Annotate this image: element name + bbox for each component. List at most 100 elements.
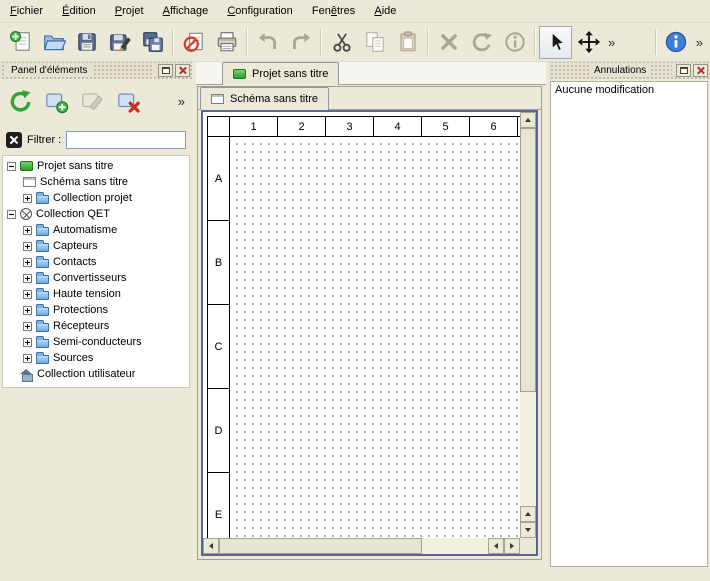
select-tool-button[interactable] [539, 26, 572, 59]
scroll-left-button[interactable] [488, 538, 504, 554]
close-panel-button[interactable] [693, 64, 708, 77]
print-button[interactable] [210, 26, 243, 59]
copy-button[interactable] [358, 26, 391, 59]
open-file-button[interactable] [37, 26, 70, 59]
collapse-expander-icon[interactable] [7, 162, 16, 171]
vertical-scroll-thumb[interactable] [520, 128, 536, 392]
move-tool-button[interactable] [572, 26, 605, 59]
expand-expander-icon[interactable] [23, 322, 32, 331]
new-element-button[interactable] [40, 85, 73, 118]
new-element-icon [44, 89, 69, 114]
tree-item-collection-qet[interactable]: Collection QET [3, 206, 189, 222]
expand-expander-icon[interactable] [23, 306, 32, 315]
save-as-button[interactable] [103, 26, 136, 59]
undo-panel-title: Annulations [589, 64, 651, 77]
delete-button[interactable] [432, 26, 465, 59]
menu-affichage[interactable]: Affichage [155, 2, 217, 20]
clear-filter-icon[interactable] [6, 132, 22, 148]
close-icon [178, 66, 187, 75]
close-icon [696, 66, 705, 75]
tab-schema-sans-titre[interactable]: Schéma sans titre [200, 87, 329, 110]
vertical-scrollbar[interactable] [520, 112, 536, 538]
close-file-button[interactable] [177, 26, 210, 59]
tree-item-capteurs[interactable]: Capteurs [3, 238, 189, 254]
scroll-left-button[interactable] [203, 538, 219, 554]
new-file-button[interactable] [4, 26, 37, 59]
tree-item-sources[interactable]: Sources [3, 350, 189, 366]
horizontal-scroll-thumb[interactable] [219, 538, 422, 554]
undo-history-list[interactable]: Aucune modification [550, 81, 708, 567]
tree-item-protections[interactable]: Protections [3, 302, 189, 318]
info-button[interactable] [498, 26, 531, 59]
column-header: 2 [278, 117, 326, 137]
expand-expander-icon[interactable] [23, 338, 32, 347]
project-tabbar: Projet sans titre [196, 62, 546, 85]
scroll-up-button[interactable] [520, 112, 536, 128]
toolbar-overflow-chevron-icon[interactable] [605, 35, 618, 50]
tab-projet-sans-titre[interactable]: Projet sans titre [222, 62, 339, 85]
qet-logo-icon [20, 208, 32, 220]
project-window: Schéma sans titre 1 2 3 4 5 6 A [197, 86, 542, 560]
tree-item-contacts[interactable]: Contacts [3, 254, 189, 270]
edit-element-button[interactable] [76, 85, 109, 118]
expand-expander-icon[interactable] [23, 194, 32, 203]
scroll-right-button[interactable] [504, 538, 520, 554]
close-panel-button[interactable] [175, 64, 190, 77]
menu-projet[interactable]: Projet [107, 2, 152, 20]
tree-item-convertisseurs[interactable]: Convertisseurs [3, 270, 189, 286]
about-button[interactable] [660, 26, 693, 59]
panel-overflow-chevron-icon[interactable] [175, 94, 188, 109]
expand-expander-icon[interactable] [23, 290, 32, 299]
paste-button[interactable] [391, 26, 424, 59]
rotate-button[interactable] [465, 26, 498, 59]
menu-fichier[interactable]: Fichier [2, 2, 51, 20]
toolbar-separator [320, 29, 322, 55]
expand-expander-icon[interactable] [23, 242, 32, 251]
diagram-view: 1 2 3 4 5 6 A B C D E [201, 110, 538, 556]
undo-button[interactable] [251, 26, 284, 59]
project-icon [233, 69, 246, 79]
menu-configuration[interactable]: Configuration [219, 2, 300, 20]
tree-item-collection-projet[interactable]: Collection projet [3, 190, 189, 206]
tree-item-automatisme[interactable]: Automatisme [3, 222, 189, 238]
elements-panel-title: Panel d'éléments [6, 64, 92, 77]
redo-button[interactable] [284, 26, 317, 59]
folder-icon [36, 275, 49, 284]
expand-expander-icon[interactable] [23, 274, 32, 283]
cursor-arrow-icon [544, 30, 568, 54]
expand-expander-icon[interactable] [23, 354, 32, 363]
tree-item-schema[interactable]: Schéma sans titre [3, 174, 189, 190]
undo-panel-header[interactable]: Annulations [549, 62, 710, 79]
menubar: Fichier Édition Projet Affichage Configu… [0, 0, 710, 23]
menu-fenetres[interactable]: Fenêtres [304, 2, 363, 20]
cut-button[interactable] [325, 26, 358, 59]
tree-item-project[interactable]: Projet sans titre [3, 158, 189, 174]
tree-item-semi-conducteurs[interactable]: Semi-conducteurs [3, 334, 189, 350]
float-panel-button[interactable] [676, 64, 691, 77]
menu-edition[interactable]: Édition [54, 2, 104, 20]
save-button[interactable] [70, 26, 103, 59]
expand-expander-icon[interactable] [23, 226, 32, 235]
menu-aide[interactable]: Aide [366, 2, 404, 20]
expand-expander-icon[interactable] [23, 258, 32, 267]
float-panel-button[interactable] [158, 64, 173, 77]
reload-collections-button[interactable] [4, 85, 37, 118]
scroll-down-button[interactable] [520, 522, 536, 538]
tab-label: Projet sans titre [252, 68, 328, 80]
redo-icon [289, 30, 313, 54]
tree-item-haute-tension[interactable]: Haute tension [3, 286, 189, 302]
horizontal-scrollbar[interactable] [203, 538, 520, 554]
elements-panel-header[interactable]: Panel d'éléments [0, 62, 192, 79]
scroll-up-button[interactable] [520, 506, 536, 522]
row-header: B [208, 221, 230, 305]
save-all-button[interactable] [136, 26, 169, 59]
folder-icon [36, 291, 49, 300]
diagram-canvas[interactable]: 1 2 3 4 5 6 A B C D E [203, 112, 520, 538]
folder-icon [36, 259, 49, 268]
collapse-expander-icon[interactable] [7, 210, 16, 219]
tree-item-recepteurs[interactable]: Récepteurs [3, 318, 189, 334]
tree-item-collection-utilisateur[interactable]: Collection utilisateur [3, 366, 189, 382]
filter-input[interactable] [66, 131, 186, 149]
delete-element-button[interactable] [112, 85, 145, 118]
toolbar-overflow-chevron-icon[interactable] [693, 35, 706, 50]
